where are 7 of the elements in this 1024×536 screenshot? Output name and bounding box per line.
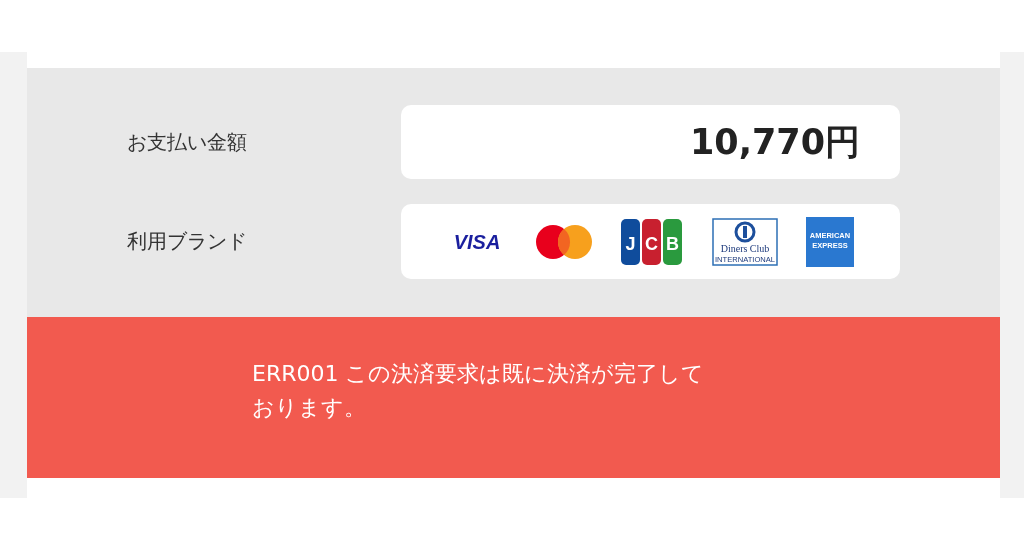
brand-label: 利用ブランド	[127, 228, 248, 255]
jcb-logo: J C B	[621, 218, 684, 265]
amount-value: 10,770円	[401, 105, 900, 179]
visa-logo: VISA	[447, 229, 508, 254]
amount-label: お支払い金額	[127, 128, 248, 156]
mastercard-logo	[535, 223, 594, 260]
error-message: ERR001 この決済要求は既に決済が完了しております。	[252, 360, 706, 422]
